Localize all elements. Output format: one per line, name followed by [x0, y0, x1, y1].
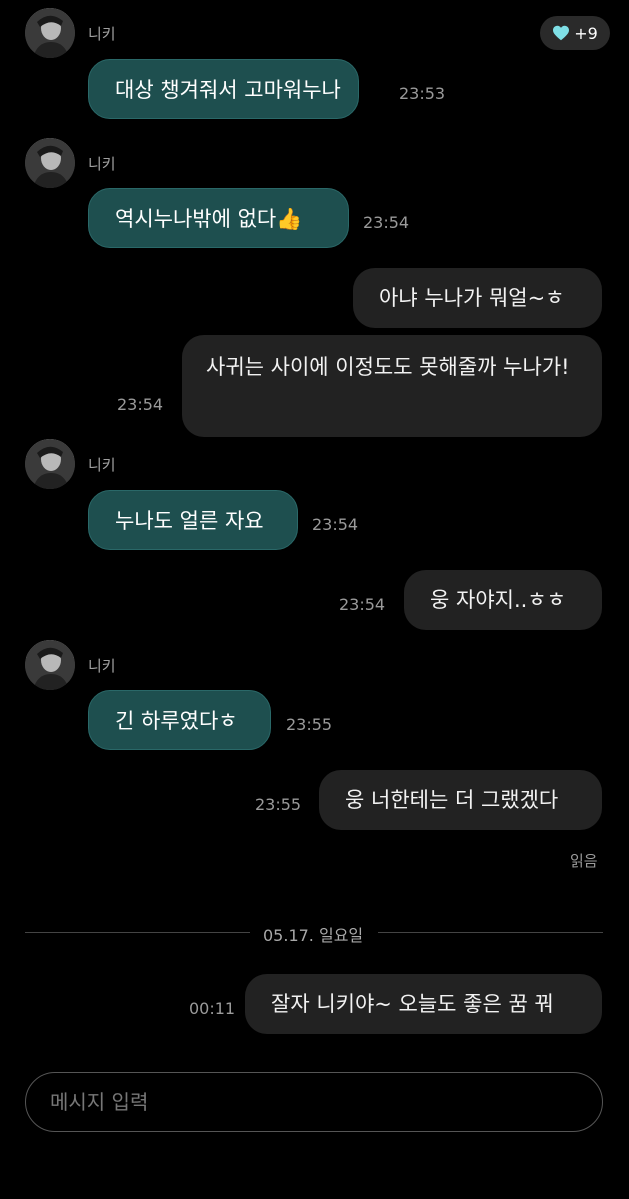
date-divider-label: 05.17. 일요일 — [263, 926, 364, 945]
sender-name: 니키 — [88, 155, 116, 173]
heart-icon — [553, 25, 570, 41]
sent-message-bubble[interactable]: 사귀는 사이에 이정도도 못해줄까 누나가! — [182, 335, 602, 437]
received-message-bubble[interactable]: 긴 하루였다ㅎ — [88, 690, 271, 750]
sender-name: 니키 — [88, 657, 116, 675]
sent-message-bubble[interactable]: 아냐 누나가 뭐얼~ㅎ — [353, 268, 602, 328]
avatar[interactable] — [25, 138, 75, 188]
sent-message-bubble[interactable]: 웅 자야지..ㅎㅎ — [404, 570, 602, 630]
message-timestamp: 23:54 — [117, 395, 164, 414]
avatar[interactable] — [25, 439, 75, 489]
read-receipt: 읽음 — [570, 852, 598, 870]
sent-message-bubble[interactable]: 웅 너한테는 더 그랬겠다 — [319, 770, 602, 830]
message-timestamp: 23:54 — [363, 213, 410, 232]
avatar[interactable] — [25, 640, 75, 690]
sent-message-bubble[interactable]: 잘자 니키야~ 오늘도 좋은 꿈 꿔 — [245, 974, 602, 1034]
received-message-bubble[interactable]: 누나도 얼른 자요 — [88, 490, 298, 550]
sender-name: 니키 — [88, 25, 116, 43]
reaction-badge[interactable]: +9 — [540, 16, 610, 50]
message-timestamp: 23:54 — [312, 515, 359, 534]
message-timestamp: 23:55 — [286, 715, 333, 734]
message-timestamp: 00:11 — [189, 999, 236, 1018]
message-timestamp: 23:55 — [255, 795, 302, 814]
avatar[interactable] — [25, 8, 75, 58]
date-divider: 05.17. 일요일 — [25, 922, 603, 945]
message-timestamp: 23:54 — [339, 595, 386, 614]
received-message-bubble[interactable]: 역시누나밖에 없다👍 — [88, 188, 349, 248]
reaction-count: +9 — [574, 23, 598, 43]
message-input[interactable] — [25, 1072, 603, 1132]
message-timestamp: 23:53 — [399, 84, 446, 103]
sender-name: 니키 — [88, 456, 116, 474]
received-message-bubble[interactable]: 대상 챙겨줘서 고마워누나 — [88, 59, 359, 119]
